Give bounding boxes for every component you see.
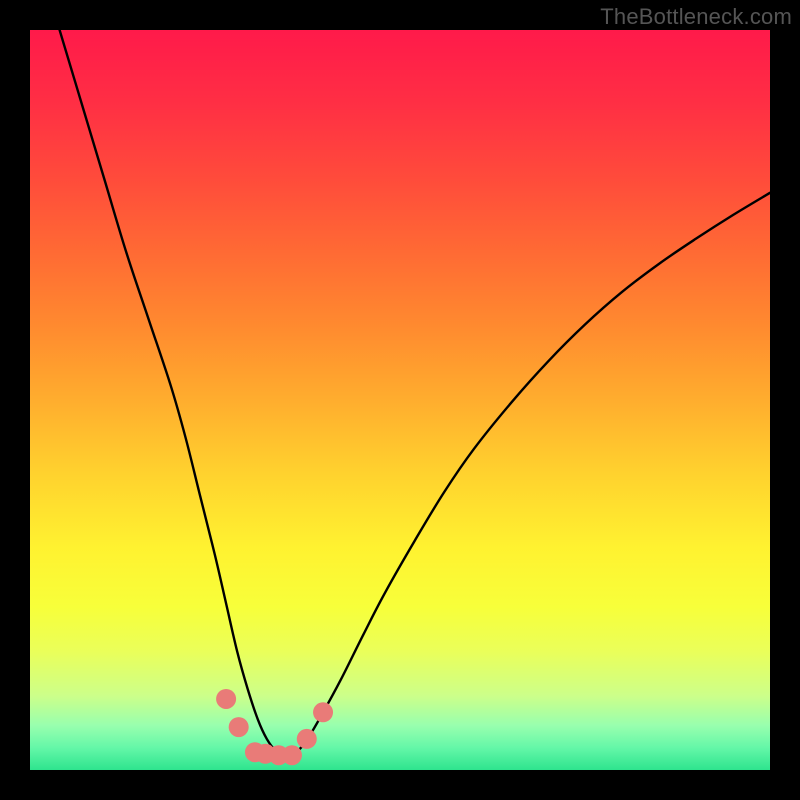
curve-layer <box>30 30 770 770</box>
marker-dot <box>282 745 302 765</box>
chart-frame: TheBottleneck.com <box>0 0 800 800</box>
marker-dot <box>229 717 249 737</box>
watermark-text: TheBottleneck.com <box>600 4 792 30</box>
marker-dot <box>216 689 236 709</box>
marker-dot <box>297 729 317 749</box>
plot-area <box>30 30 770 770</box>
bottleneck-curve <box>60 30 770 757</box>
marker-dot <box>313 702 333 722</box>
